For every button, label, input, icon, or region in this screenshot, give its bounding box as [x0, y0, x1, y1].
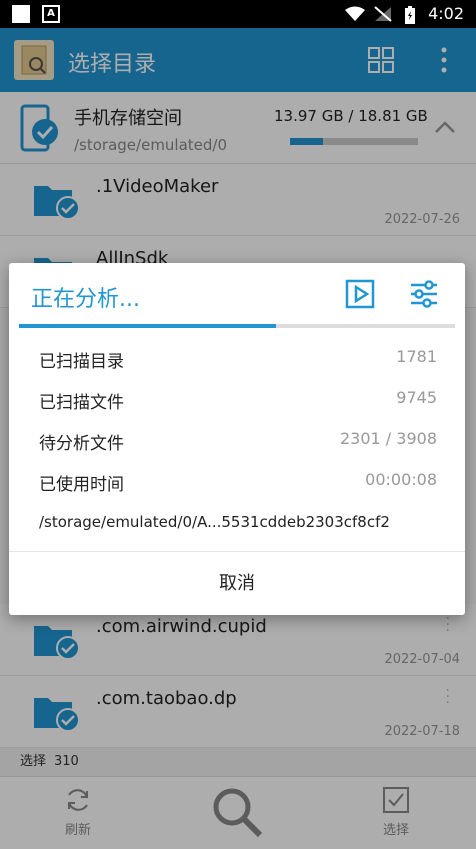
notification-icon	[12, 5, 30, 23]
stat-value: 9745	[396, 388, 437, 407]
signal-icon	[374, 6, 392, 22]
analysis-progress-bar	[19, 324, 455, 328]
stat-label: 已扫描目录	[39, 352, 124, 372]
current-scan-path: /storage/emulated/0/A...5531cddeb2303cf8…	[39, 513, 390, 531]
status-bar: A 4:02	[0, 0, 476, 28]
stat-label: 已使用时间	[39, 475, 124, 495]
stat-row: 已扫描文件 9745	[9, 379, 465, 419]
stat-label: 待分析文件	[39, 434, 124, 454]
cancel-button[interactable]: 取消	[9, 552, 465, 615]
stat-row: 已使用时间 00:00:08	[9, 461, 465, 501]
analysis-progress-fill	[19, 324, 277, 328]
dialog-title: 正在分析...	[31, 287, 140, 312]
wifi-icon	[345, 6, 365, 21]
battery-icon	[405, 6, 415, 24]
notification-a-icon: A	[42, 5, 60, 23]
stat-value: 1781	[396, 347, 437, 366]
analyze-dialog: 正在分析... 已扫描目录 1781 已扫描文件 9745 待分析文件 2301…	[9, 263, 465, 615]
stat-value: 00:00:08	[365, 470, 437, 489]
stat-row: 待分析文件 2301 / 3908	[9, 420, 465, 460]
stat-value: 2301 / 3908	[340, 429, 437, 448]
play-icon[interactable]	[345, 279, 375, 309]
clock: 4:02	[428, 4, 464, 23]
stat-row: 已扫描目录 1781	[9, 338, 465, 378]
stat-label: 已扫描文件	[39, 393, 124, 413]
settings-tune-icon[interactable]	[409, 279, 439, 309]
